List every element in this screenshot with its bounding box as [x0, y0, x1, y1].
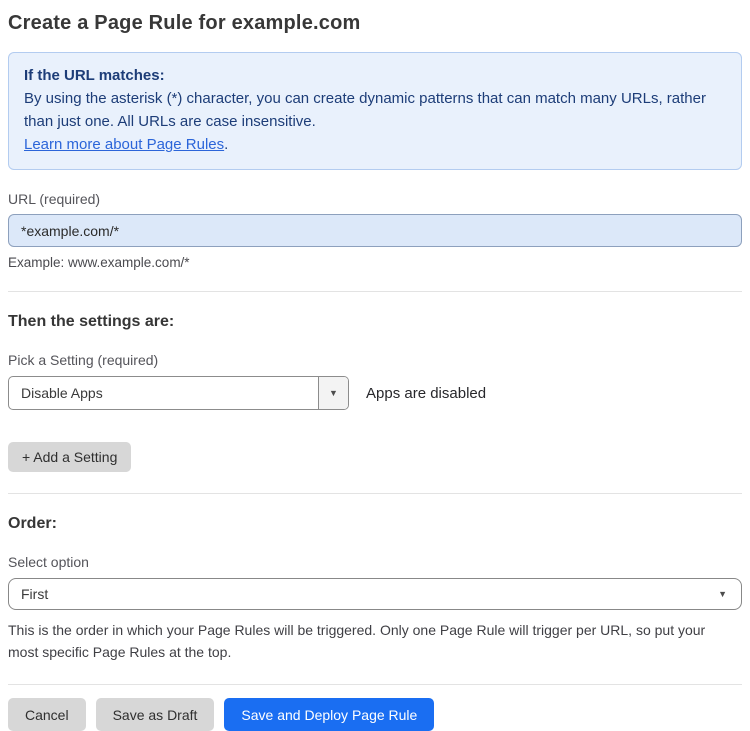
order-help-text: This is the order in which your Page Rul…: [8, 622, 706, 660]
order-select-label: Select option: [8, 554, 89, 570]
cancel-button[interactable]: Cancel: [8, 698, 86, 731]
page-title: Create a Page Rule for example.com: [8, 12, 361, 34]
add-setting-button[interactable]: + Add a Setting: [8, 442, 132, 472]
divider: [8, 684, 742, 685]
order-section-heading: Order:: [8, 515, 57, 532]
setting-status-text: Apps are disabled: [366, 384, 487, 402]
info-box-body: By using the asterisk (*) character, you…: [24, 90, 706, 130]
setting-select[interactable]: Disable Apps ▼: [8, 376, 349, 410]
caret-down-icon: ▼: [718, 588, 727, 599]
save-as-draft-button[interactable]: Save as Draft: [95, 698, 215, 731]
order-select-value: First: [21, 586, 49, 602]
divider: [8, 493, 742, 494]
url-match-info-box: If the URL matches: By using the asteris…: [8, 52, 742, 170]
link-suffix-period: .: [224, 136, 229, 153]
setting-select-value: Disable Apps: [21, 385, 103, 401]
url-label: URL (required): [8, 191, 101, 207]
save-and-deploy-button[interactable]: Save and Deploy Page Rule: [224, 698, 435, 731]
pick-setting-label: Pick a Setting (required): [8, 352, 159, 368]
caret-down-icon: ▼: [329, 387, 338, 398]
settings-section-heading: Then the settings are:: [8, 313, 175, 330]
url-input[interactable]: [8, 214, 742, 247]
order-select[interactable]: First ▼: [8, 578, 742, 610]
info-box-heading: If the URL matches:: [24, 67, 165, 84]
footer-actions: Cancel Save as Draft Save and Deploy Pag…: [8, 698, 742, 731]
info-box-link-line: Learn more about Page Rules.: [24, 133, 726, 156]
divider: [8, 291, 742, 292]
url-example-hint: Example: www.example.com/*: [8, 255, 190, 270]
setting-row: Disable Apps ▼ Apps are disabled: [8, 376, 742, 410]
learn-more-page-rules-link[interactable]: Learn more about Page Rules: [24, 136, 224, 153]
create-page-rule-panel: Create a Page Rule for example.com If th…: [0, 0, 750, 731]
setting-select-arrow-button[interactable]: ▼: [318, 377, 348, 409]
